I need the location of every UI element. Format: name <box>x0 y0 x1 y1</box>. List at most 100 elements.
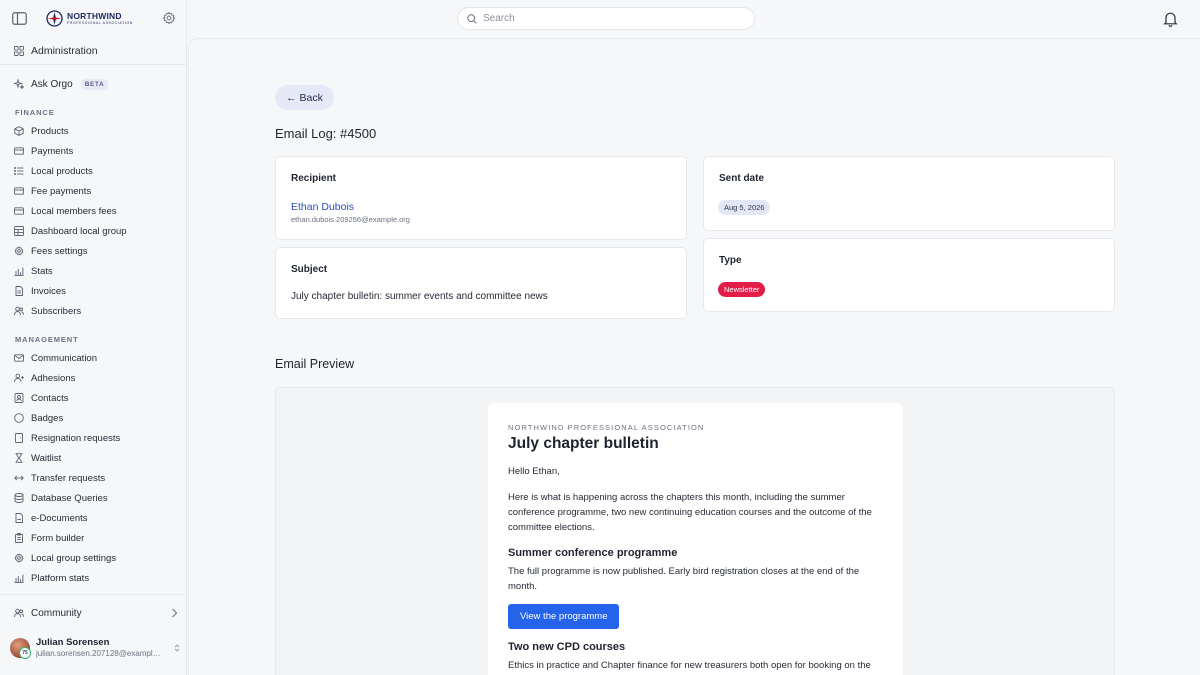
sidebar-item-communication[interactable]: Communication <box>14 350 97 366</box>
sent-date-badge: Aug 5, 2026 <box>718 200 771 215</box>
main-content: ← Back Email Log: #4500 Recipient Ethan … <box>188 38 1200 675</box>
sidebar-item-label: Stats <box>31 265 53 277</box>
sidebar-item-local-products[interactable]: Local products <box>14 163 93 179</box>
type-badge: Newsletter <box>718 282 766 297</box>
divider <box>0 594 187 595</box>
credit-card-icon <box>14 187 24 195</box>
sidebar-item-label: Local members fees <box>31 205 117 217</box>
sidebar-item-label: Local products <box>31 165 93 177</box>
email-intro: Here is what is happening across the cha… <box>508 492 872 533</box>
sidebar-item-label: Badges <box>31 412 64 424</box>
sidebar-item-label: Database Queries <box>31 492 108 504</box>
sidebar-item-label: Ask Orgo <box>31 78 73 90</box>
email-title: July chapter bulletin <box>508 435 659 452</box>
sidebar-item-products[interactable]: Products <box>14 123 69 139</box>
email-preview-frame[interactable]: NORTHWIND PROFESSIONAL ASSOCIATION July … <box>275 387 1115 675</box>
section-label-management: MANAGEMENT <box>15 335 79 344</box>
clipboard-icon <box>15 533 23 543</box>
bar-chart-icon <box>14 267 24 276</box>
sidebar-item-database-queries[interactable]: Database Queries <box>14 490 108 506</box>
back-button[interactable]: ← Back <box>275 85 334 110</box>
sidebar-item-resignation-requests[interactable]: Resignation requests <box>14 430 120 446</box>
sidebar-item-label: Payments <box>31 145 74 157</box>
subject-card: Subject July chapter bulletin: summer ev… <box>275 247 687 319</box>
sidebar-item-invoices[interactable]: Invoices <box>14 283 66 299</box>
users-icon <box>14 306 24 316</box>
avatar-badge: 75 <box>19 647 31 659</box>
recipient-label: Recipient <box>291 173 337 184</box>
email-greeting: Hello Ethan, <box>508 466 560 477</box>
sidebar: NORTHWIND PROFESSIONAL ASSOCIATION Admin… <box>0 0 187 675</box>
subject-text: July chapter bulletin: summer events and… <box>291 291 548 302</box>
database-icon <box>14 493 24 503</box>
sidebar-item-local-group-settings[interactable]: Local group settings <box>14 550 116 566</box>
subject-label: Subject <box>291 264 328 275</box>
gear-icon[interactable] <box>162 11 176 25</box>
email-preview-title: Email Preview <box>275 357 355 371</box>
divider <box>0 64 187 65</box>
sidebar-item-e-documents[interactable]: e-Documents <box>14 510 88 526</box>
sidebar-item-subscribers[interactable]: Subscribers <box>14 303 81 319</box>
sidebar-item-label: Resignation requests <box>31 432 121 444</box>
user-plus-icon <box>14 373 24 383</box>
sent-date-label: Sent date <box>719 173 765 184</box>
sidebar-item-platform-stats[interactable]: Platform stats <box>14 570 89 586</box>
sidebar-item-administration[interactable]: Administration <box>14 43 98 59</box>
recipient-card: Recipient Ethan Dubois ethan.dubois.2092… <box>275 156 687 240</box>
sidebar-item-community[interactable]: Community <box>14 605 178 621</box>
sidebar-item-label: e-Documents <box>31 512 88 524</box>
beta-badge: BETA <box>80 78 109 90</box>
sidebar-item-waitlist[interactable]: Waitlist <box>14 450 61 466</box>
sidebar-item-form-builder[interactable]: Form builder <box>14 530 84 546</box>
user-email: julian.sorensen.207128@example.org <box>36 648 164 658</box>
search-input[interactable] <box>483 13 733 24</box>
bar-chart-icon <box>14 574 24 583</box>
logo-subtitle: PROFESSIONAL ASSOCIATION <box>67 20 133 25</box>
sidebar-item-label: Contacts <box>31 392 69 404</box>
email-org: NORTHWIND PROFESSIONAL ASSOCIATION <box>508 423 705 432</box>
mail-icon <box>14 354 24 362</box>
sidebar-item-label: Form builder <box>31 532 85 544</box>
sidebar-item-label: Products <box>31 125 69 137</box>
sidebar-item-badges[interactable]: Badges <box>14 410 63 426</box>
gear-icon <box>14 553 24 563</box>
sidebar-item-label: Adhesions <box>31 372 76 384</box>
sidebar-item-label: Administration <box>31 45 98 57</box>
avatar: 75 <box>10 638 31 659</box>
bell-icon[interactable] <box>1163 11 1178 27</box>
compass-logo-icon <box>46 10 63 27</box>
recipient-name-link[interactable]: Ethan Dubois <box>291 201 354 213</box>
view-programme-button[interactable]: View the programme <box>508 604 620 629</box>
email-heading-cpd: Two new CPD courses <box>508 641 626 653</box>
sidebar-item-label: Transfer requests <box>31 472 106 484</box>
sidebar-item-label: Dashboard local group <box>31 225 127 237</box>
sidebar-item-local-members-fees[interactable]: Local members fees <box>14 203 117 219</box>
sidebar-item-dashboard-local-group[interactable]: Dashboard local group <box>14 223 127 239</box>
sidebar-item-label: Community <box>31 607 82 619</box>
sidebar-item-fee-payments[interactable]: Fee payments <box>14 183 91 199</box>
hourglass-icon <box>15 453 23 463</box>
sidebar-item-fees-settings[interactable]: Fees settings <box>14 243 88 259</box>
contact-card-icon <box>14 393 24 403</box>
recipient-email: ethan.dubois.209256@example.org <box>291 215 410 224</box>
sidebar-item-adhesions[interactable]: Adhesions <box>14 370 75 386</box>
sidebar-item-payments[interactable]: Payments <box>14 143 73 159</box>
sidebar-item-label: Invoices <box>31 285 66 297</box>
sidebar-item-ask-orgo[interactable]: Ask Orgo BETA <box>14 76 109 92</box>
sent-date-card: Sent date Aug 5, 2026 <box>703 156 1115 231</box>
search-bar[interactable] <box>457 7 755 30</box>
search-icon <box>467 13 477 24</box>
logo[interactable]: NORTHWIND PROFESSIONAL ASSOCIATION <box>46 10 133 27</box>
page-title: Email Log: #4500 <box>275 126 377 141</box>
door-icon <box>15 433 23 443</box>
sidebar-item-label: Platform stats <box>31 572 90 584</box>
sidebar-toggle-icon[interactable] <box>12 12 27 25</box>
sidebar-item-stats[interactable]: Stats <box>14 263 53 279</box>
sidebar-item-transfer-requests[interactable]: Transfer requests <box>14 470 105 486</box>
sidebar-item-contacts[interactable]: Contacts <box>14 390 69 406</box>
gear-icon <box>14 246 24 256</box>
sidebar-item-label: Fees settings <box>31 245 88 257</box>
user-menu[interactable]: 75 Julian Sorensen julian.sorensen.20712… <box>10 634 180 662</box>
type-label: Type <box>719 255 742 266</box>
chevron-up-down-icon <box>174 644 180 652</box>
